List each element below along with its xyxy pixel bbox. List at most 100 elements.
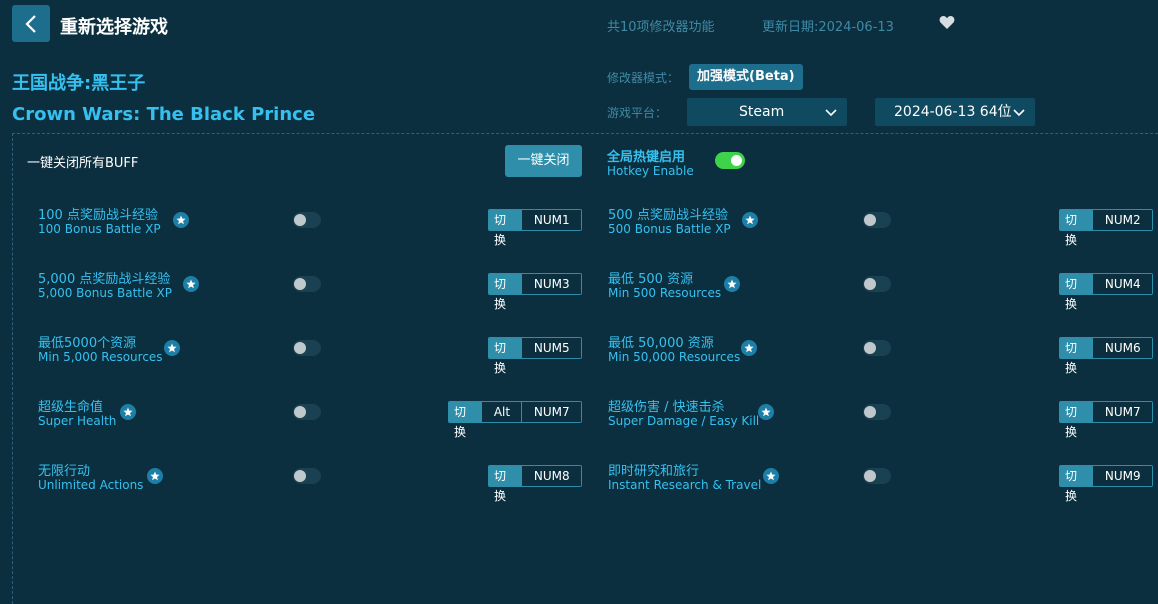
hotkey-key: NUM9 bbox=[1093, 466, 1152, 486]
hotkey-key: NUM1 bbox=[522, 210, 581, 230]
hotkey-label-en: Hotkey Enable bbox=[607, 164, 694, 178]
cheat-name-cn: 最低5000个资源 bbox=[38, 336, 137, 351]
cheat-name-cn: 超级伤害 / 快速击杀 bbox=[608, 400, 725, 415]
cheat-name-en: Unlimited Actions bbox=[38, 478, 144, 492]
switch-label: 切换 bbox=[1060, 466, 1094, 503]
cheat-toggle[interactable] bbox=[863, 340, 891, 356]
cheat-toggle[interactable] bbox=[293, 212, 321, 228]
star-icon[interactable] bbox=[741, 340, 757, 356]
chevron-left-icon bbox=[25, 15, 36, 33]
cheat-name-en: Min 500 Resources bbox=[608, 286, 722, 300]
cheat-name-cn: 500 点奖励战斗经验 bbox=[608, 208, 728, 223]
cheat-toggle[interactable] bbox=[863, 212, 891, 228]
cheat-name-en: 500 Bonus Battle XP bbox=[608, 222, 731, 236]
hotkey-key: NUM7 bbox=[522, 402, 582, 422]
cheat-name-cn: 5,000 点奖励战斗经验 bbox=[38, 272, 171, 287]
cheat-toggle[interactable] bbox=[293, 404, 321, 420]
switch-label: 切换 bbox=[1060, 274, 1094, 311]
toggle-knob bbox=[864, 214, 876, 226]
toggle-knob bbox=[731, 155, 742, 166]
chevron-down-icon bbox=[1013, 109, 1025, 117]
cheat-name-en: Instant Research & Travel bbox=[608, 478, 762, 492]
cheat-name-en: 5,000 Bonus Battle XP bbox=[38, 286, 173, 300]
toggle-knob bbox=[294, 214, 306, 226]
switch-label: 切换 bbox=[1060, 210, 1094, 247]
cheat-name-en: Min 50,000 Resources bbox=[608, 350, 741, 364]
cheat-toggle[interactable] bbox=[863, 404, 891, 420]
game-title-cn: 王国战争:黑王子 bbox=[12, 73, 146, 94]
hotkey-combo[interactable]: 切换 NUM3 bbox=[488, 273, 582, 311]
switch-label: 切换 bbox=[489, 210, 523, 247]
switch-label: 切换 bbox=[449, 402, 483, 439]
toggle-knob bbox=[294, 278, 306, 290]
hotkey-toggle[interactable] bbox=[715, 152, 745, 169]
cheat-toggle[interactable] bbox=[863, 468, 891, 484]
hotkey-combo[interactable]: 切换 NUM5 bbox=[488, 337, 582, 375]
platform-select[interactable]: Steam bbox=[687, 98, 847, 126]
all-off-label: 一键关闭所有BUFF bbox=[27, 156, 139, 171]
hotkey-combo[interactable]: 切换 NUM2 bbox=[1059, 209, 1153, 247]
hotkey-combo[interactable]: 切换 NUM4 bbox=[1059, 273, 1153, 311]
hotkey-combo[interactable]: 切换 NUM8 bbox=[488, 465, 582, 503]
switch-label: 切换 bbox=[1060, 338, 1094, 375]
hotkey-combo[interactable]: 切换 Alt NUM7 bbox=[448, 401, 582, 439]
feature-count: 共10项修改器功能 bbox=[607, 20, 715, 35]
cheat-name-en: Min 5,000 Resources bbox=[38, 350, 163, 364]
switch-label: 切换 bbox=[489, 466, 523, 503]
hotkey-key: NUM7 bbox=[1093, 402, 1152, 422]
toggle-knob bbox=[864, 278, 876, 290]
star-icon[interactable] bbox=[164, 340, 180, 356]
cheat-toggle[interactable] bbox=[293, 340, 321, 356]
hotkey-key: NUM8 bbox=[522, 466, 581, 486]
hotkey-key: Alt bbox=[482, 402, 523, 422]
cheat-name-cn: 100 点奖励战斗经验 bbox=[38, 208, 158, 223]
star-icon[interactable] bbox=[183, 276, 199, 292]
game-title-en: Crown Wars: The Black Prince bbox=[12, 104, 316, 125]
page-title: 重新选择游戏 bbox=[60, 17, 168, 38]
star-icon[interactable] bbox=[147, 468, 163, 484]
cheat-name-cn: 无限行动 bbox=[38, 464, 91, 479]
platform-label: 游戏平台： bbox=[607, 106, 668, 120]
star-icon[interactable] bbox=[763, 468, 779, 484]
toggle-knob bbox=[294, 406, 306, 418]
cheat-name-en: Super Health bbox=[38, 414, 117, 428]
star-icon[interactable] bbox=[724, 276, 740, 292]
cheat-name-cn: 最低 500 资源 bbox=[608, 272, 694, 287]
hotkey-key: NUM4 bbox=[1093, 274, 1152, 294]
cheat-name-cn: 最低 50,000 资源 bbox=[608, 336, 714, 351]
chevron-down-icon bbox=[825, 109, 837, 117]
switch-label: 切换 bbox=[489, 338, 523, 375]
hotkey-label-cn: 全局热键启用 bbox=[607, 150, 686, 165]
version-select[interactable]: 2024-06-13 64位 bbox=[875, 98, 1035, 126]
cheat-name-cn: 超级生命值 bbox=[38, 400, 104, 415]
mode-badge[interactable]: 加强模式(Beta) bbox=[689, 64, 803, 90]
hotkey-combo[interactable]: 切换 NUM6 bbox=[1059, 337, 1153, 375]
mode-label: 修改器模式： bbox=[607, 71, 680, 85]
hotkey-combo[interactable]: 切换 NUM9 bbox=[1059, 465, 1153, 503]
back-button[interactable] bbox=[12, 5, 50, 42]
cheat-panel bbox=[12, 133, 1158, 604]
toggle-knob bbox=[864, 470, 876, 482]
toggle-knob bbox=[294, 342, 306, 354]
star-icon[interactable] bbox=[120, 404, 136, 420]
toggle-knob bbox=[864, 342, 876, 354]
cheat-name-cn: 即时研究和旅行 bbox=[608, 464, 700, 479]
switch-label: 切换 bbox=[1060, 402, 1094, 439]
star-icon[interactable] bbox=[173, 212, 189, 228]
toggle-knob bbox=[294, 470, 306, 482]
star-icon[interactable] bbox=[742, 212, 758, 228]
update-date: 更新日期:2024-06-13 bbox=[762, 20, 894, 35]
cheat-toggle[interactable] bbox=[863, 276, 891, 292]
all-off-button[interactable]: 一键关闭 bbox=[505, 145, 582, 177]
platform-value: Steam bbox=[739, 104, 785, 120]
star-icon[interactable] bbox=[758, 404, 774, 420]
cheat-name-en: 100 Bonus Battle XP bbox=[38, 222, 161, 236]
heart-icon[interactable] bbox=[939, 15, 955, 34]
toggle-knob bbox=[864, 406, 876, 418]
cheat-toggle[interactable] bbox=[293, 276, 321, 292]
hotkey-combo[interactable]: 切换 NUM1 bbox=[488, 209, 582, 247]
cheat-name-en: Super Damage / Easy Kill bbox=[608, 414, 760, 428]
hotkey-key: NUM3 bbox=[522, 274, 581, 294]
cheat-toggle[interactable] bbox=[293, 468, 321, 484]
hotkey-combo[interactable]: 切换 NUM7 bbox=[1059, 401, 1153, 439]
